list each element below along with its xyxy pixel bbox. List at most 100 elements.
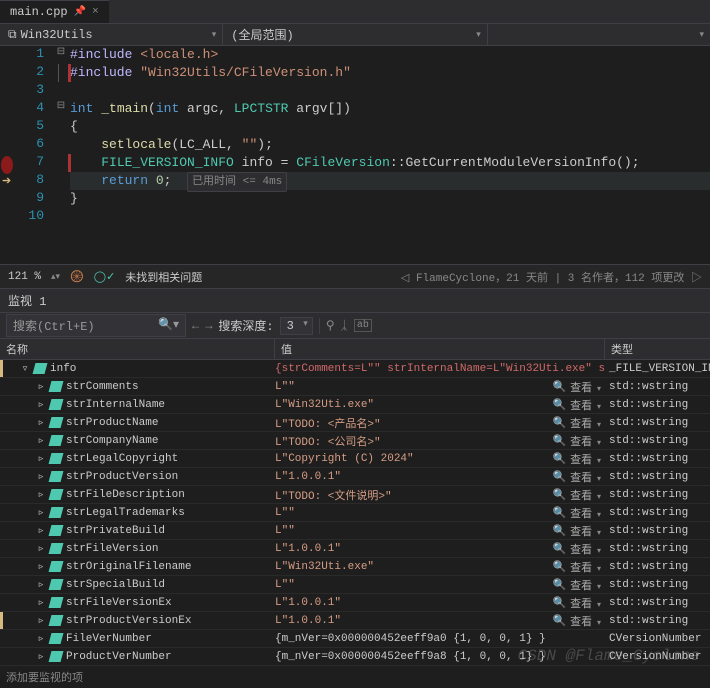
col-type[interactable]: 类型 (605, 339, 710, 359)
watch-row[interactable]: ▹strCompanyNameL"TODO: <公司名>"🔍查看std::wst… (0, 432, 710, 450)
col-name[interactable]: 名称 (0, 339, 275, 359)
close-icon[interactable]: × (92, 6, 99, 18)
view-button[interactable]: 查看 (570, 559, 601, 575)
twisty-icon[interactable]: ▹ (36, 616, 46, 626)
twisty-icon[interactable]: ▹ (36, 652, 46, 662)
watch-row[interactable]: ▹FileVerNumber{m_nVer=0x000000452eeff9a0… (0, 630, 710, 648)
view-button[interactable]: 查看 (570, 415, 601, 431)
view-button[interactable]: 查看 (570, 433, 601, 449)
nav-back-icon[interactable]: ← (192, 319, 199, 333)
magnifier-icon[interactable]: 🔍 (552, 398, 566, 412)
twisty-icon[interactable]: ▹ (36, 472, 46, 482)
view-button[interactable]: 查看 (570, 397, 601, 413)
lightbulb-icon[interactable]: 🛞 (70, 270, 84, 284)
blame-text[interactable]: ◁ FlameCyclone，21 天前 | 3 名作者，112 项更改 ▷ (401, 269, 702, 285)
search-input[interactable]: 搜索(Ctrl+E) 🔍▾ (6, 314, 186, 337)
magnifier-icon[interactable]: 🔍 (552, 560, 566, 574)
magnifier-icon[interactable]: 🔍 (552, 488, 566, 502)
var-name: strOriginalFilename (66, 561, 191, 573)
watch-row[interactable]: ▹ProductVerNumber{m_nVer=0x000000452eeff… (0, 648, 710, 666)
watch-row[interactable]: ▹strProductVersionExL"1.0.0.1"🔍查看std::ws… (0, 612, 710, 630)
gutter[interactable]: ➔ (0, 46, 14, 264)
view-button[interactable]: 查看 (570, 469, 601, 485)
nav-fwd-icon[interactable]: → (205, 319, 212, 333)
twisty-icon[interactable]: ▹ (36, 598, 46, 608)
twisty-icon[interactable]: ▹ (36, 490, 46, 500)
depth-select[interactable]: 3 (280, 317, 313, 335)
magnifier-icon[interactable]: 🔍 (552, 542, 566, 556)
view-button[interactable]: 查看 (570, 523, 601, 539)
magnifier-icon[interactable]: 🔍 (552, 416, 566, 430)
add-watch-item[interactable]: 添加要监视的项 (0, 666, 710, 688)
twisty-icon[interactable]: ▹ (36, 634, 46, 644)
abc-icon[interactable]: ab (354, 319, 372, 332)
watch-row[interactable]: ▹strOriginalFilenameL"Win32Uti.exe"🔍查看st… (0, 558, 710, 576)
time-lens[interactable]: 已用时间 <= 4ms (187, 172, 287, 192)
issues-text[interactable]: 未找到相关问题 (125, 269, 202, 285)
twisty-icon[interactable]: ▹ (36, 526, 46, 536)
view-button[interactable]: 查看 (570, 451, 601, 467)
twisty-icon[interactable]: ▿ (20, 364, 30, 374)
var-name: strCompanyName (66, 435, 158, 447)
var-name: strPrivateBuild (66, 525, 165, 537)
twisty-icon[interactable]: ▹ (36, 454, 46, 464)
watch-row[interactable]: ▹strProductVersionL"1.0.0.1"🔍查看std::wstr… (0, 468, 710, 486)
pin-icon[interactable]: 📌 (74, 6, 86, 18)
zoom-level[interactable]: 121 % (8, 271, 41, 283)
magnifier-icon[interactable]: 🔍 (552, 434, 566, 448)
field-icon (49, 615, 64, 626)
twisty-icon[interactable]: ▹ (36, 436, 46, 446)
watch-row[interactable]: ▹strPrivateBuildL""🔍查看std::wstring (0, 522, 710, 540)
tree-icon[interactable]: ᛣ (341, 319, 348, 333)
search-icon[interactable]: 🔍▾ (158, 317, 179, 334)
watch-title[interactable]: 监视 1 (0, 288, 710, 313)
magnifier-icon[interactable]: 🔍 (552, 470, 566, 484)
breakpoint-icon[interactable] (1, 156, 13, 174)
view-button[interactable]: 查看 (570, 595, 601, 611)
magnifier-icon[interactable]: 🔍 (552, 506, 566, 520)
view-button[interactable]: 查看 (570, 541, 601, 557)
watch-row[interactable]: ▹strFileDescriptionL"TODO: <文件说明>"🔍查看std… (0, 486, 710, 504)
view-button[interactable]: 查看 (570, 577, 601, 593)
code-area[interactable]: #include <locale.h> #include "Win32Utils… (68, 46, 710, 264)
twisty-icon[interactable]: ▹ (36, 562, 46, 572)
watch-row[interactable]: ▹strProductNameL"TODO: <产品名>"🔍查看std::wst… (0, 414, 710, 432)
fold-gutter[interactable]: ⊟ ⊟ (54, 46, 68, 264)
watch-row[interactable]: ▹strCommentsL""🔍查看std::wstring (0, 378, 710, 396)
scope-project[interactable]: ⧉ Win32Utils (0, 26, 222, 44)
twisty-icon[interactable]: ▹ (36, 382, 46, 392)
watch-row[interactable]: ▹strSpecialBuildL""🔍查看std::wstring (0, 576, 710, 594)
watch-row[interactable]: ▹strFileVersionExL"1.0.0.1"🔍查看std::wstri… (0, 594, 710, 612)
magnifier-icon[interactable]: 🔍 (552, 596, 566, 610)
view-button[interactable]: 查看 (570, 487, 601, 503)
view-button[interactable]: 查看 (570, 379, 601, 395)
filter-icon[interactable]: ⚲ (326, 318, 335, 333)
watch-row[interactable]: ▹strInternalNameL"Win32Uti.exe"🔍查看std::w… (0, 396, 710, 414)
magnifier-icon[interactable]: 🔍 (552, 578, 566, 592)
magnifier-icon[interactable]: 🔍 (552, 614, 566, 628)
view-button[interactable]: 查看 (570, 613, 601, 629)
watch-row[interactable]: ▹strLegalCopyrightL"Copyright (C) 2024"🔍… (0, 450, 710, 468)
scope-member[interactable] (488, 26, 710, 44)
code-editor[interactable]: ➔ 123 456 789 10 ⊟ ⊟ #include <locale.h>… (0, 46, 710, 264)
watch-row[interactable]: ▹strLegalTrademarksL""🔍查看std::wstring (0, 504, 710, 522)
twisty-icon[interactable]: ▹ (36, 544, 46, 554)
twisty-icon[interactable]: ▹ (36, 418, 46, 428)
magnifier-icon[interactable]: 🔍 (552, 452, 566, 466)
zoom-stepper[interactable]: ▴▾ (51, 272, 60, 282)
file-tab[interactable]: main.cpp 📌 × (0, 0, 109, 23)
magnifier-icon[interactable]: 🔍 (552, 524, 566, 538)
twisty-icon[interactable]: ▹ (36, 400, 46, 410)
scope-function[interactable]: (全局范围) (223, 24, 487, 45)
scope-project-label: Win32Utils (21, 28, 93, 42)
watch-row[interactable]: ▿info{strComments=L"" strInternalName=L"… (0, 360, 710, 378)
watch-row[interactable]: ▹strFileVersionL"1.0.0.1"🔍查看std::wstring (0, 540, 710, 558)
col-value[interactable]: 值 (275, 339, 605, 359)
watch-toolbar: 搜索(Ctrl+E) 🔍▾ ← → 搜索深度: 3 ⚲ ᛣ ab (0, 313, 710, 339)
twisty-icon[interactable]: ▹ (36, 580, 46, 590)
field-icon (49, 417, 64, 428)
magnifier-icon[interactable]: 🔍 (552, 380, 566, 394)
view-button[interactable]: 查看 (570, 505, 601, 521)
var-value: {m_nVer=0x000000452eeff9a0 {1, 0, 0, 1} … (275, 633, 546, 645)
twisty-icon[interactable]: ▹ (36, 508, 46, 518)
